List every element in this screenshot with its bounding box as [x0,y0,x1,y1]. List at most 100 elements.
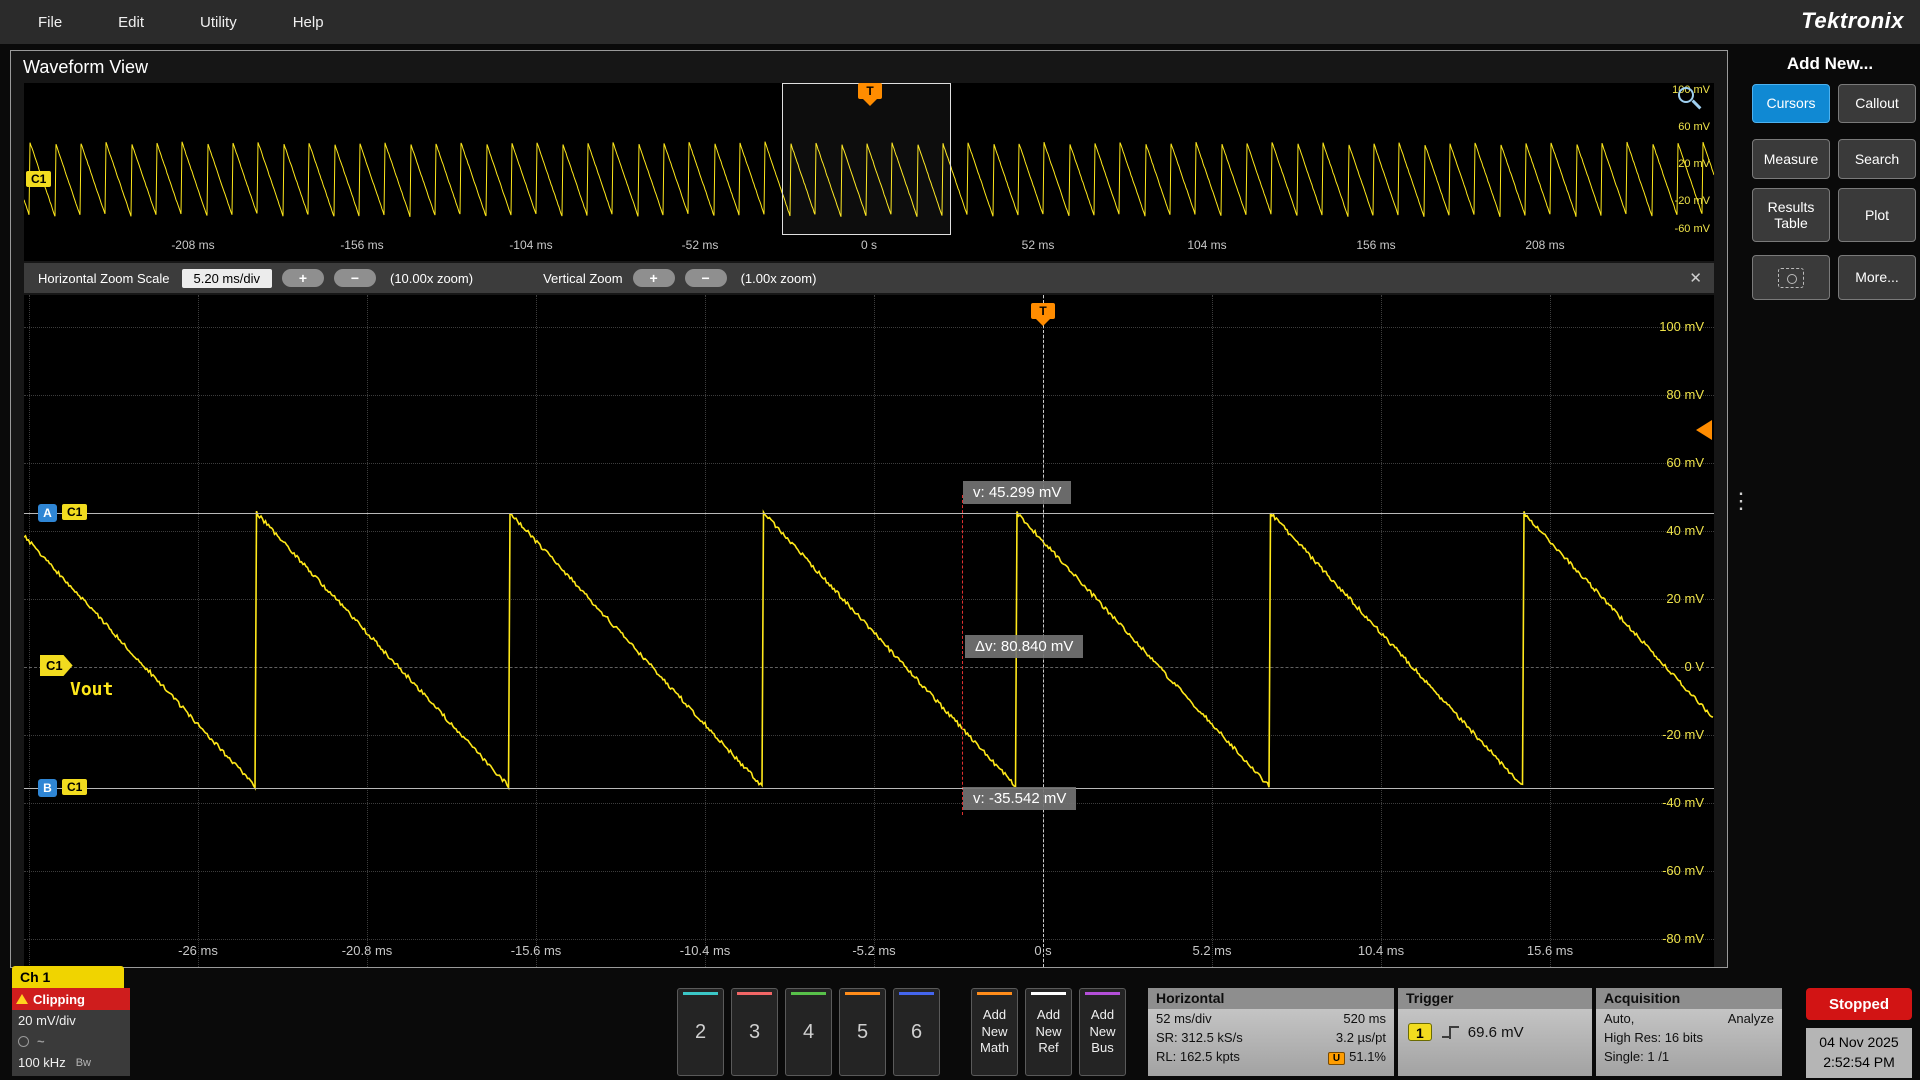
overview-time-label: -104 ms [491,238,571,252]
trigger-marker[interactable]: T [1031,303,1055,319]
acquisition-badge[interactable]: Acquisition Auto, Analyze High Res: 16 b… [1596,988,1782,1076]
horizontal-zoom-out-button[interactable]: − [334,269,376,287]
cursor-delta-readout: Δv: 80.840 mV [965,635,1083,658]
channel1-tab[interactable]: Ch 1 [12,966,124,988]
channel2-button[interactable]: 2 [677,988,724,1076]
cursor-b-badge[interactable]: B [38,779,57,797]
voltage-axis-label: -40 mV [1662,795,1704,810]
cursor-a-readout: v: 45.299 mV [963,481,1071,504]
cursor-a-line[interactable] [24,513,1714,514]
voltage-axis-label: -60 mV [1662,863,1704,878]
magnifier-box-icon [1778,268,1804,288]
voltage-axis-label: 60 mV [1666,455,1704,470]
probe-icon [18,1036,29,1047]
horizontal-window: 520 ms [1343,1011,1386,1026]
trigger-level-value: 69.6 mV [1468,1024,1524,1041]
waveform-view-title: Waveform View [23,57,148,78]
overview-voltage-label: -20 mV [1675,195,1710,207]
horizontal-scale: 52 ms/div [1156,1011,1212,1026]
add-search-button[interactable]: Search [1838,139,1916,179]
overview-channel-badge: C1 [26,171,51,187]
add-math-line1: Add [983,1007,1006,1024]
cursor-a-badge[interactable]: A [38,504,57,522]
add-callout-button[interactable]: Callout [1838,84,1916,123]
acquisition-analyze: Analyze [1728,1011,1774,1026]
add-new-ref-button[interactable]: Add New Ref [1025,988,1072,1076]
add-measure-button[interactable]: Measure [1752,139,1830,179]
add-math-line3: Math [980,1040,1009,1057]
channel1-bandwidth-row: 100 kHz Bw [12,1052,130,1073]
menu-utility[interactable]: Utility [200,14,237,31]
date-value: 04 Nov 2025 [1819,1033,1898,1053]
cursor-b-line[interactable] [24,788,1714,789]
cursor-vertical-line[interactable] [962,495,963,815]
time-axis-label: -10.4 ms [665,943,745,958]
channel1-scale: 20 mV/div [12,1010,130,1031]
close-zoom-icon[interactable]: ✕ [1689,269,1702,287]
channel1-waveform [24,295,1714,967]
tektronix-logo: Tektronix [1801,8,1904,34]
vertical-zoom-in-button[interactable]: + [633,269,675,287]
bandwidth-limit-icon: Bw [76,1057,91,1069]
menu-file[interactable]: File [38,14,62,31]
acquisition-mode: Auto, [1604,1011,1634,1026]
add-plot-button[interactable]: Plot [1838,188,1916,242]
channel3-button[interactable]: 3 [731,988,778,1076]
channel6-button[interactable]: 6 [893,988,940,1076]
overview-time-label: 52 ms [998,238,1078,252]
add-bus-line2: New [1089,1024,1115,1041]
channel5-button[interactable]: 5 [839,988,886,1076]
cursor-b-channel-badge: C1 [62,779,87,795]
add-cursors-button[interactable]: Cursors [1752,84,1830,123]
time-value: 2:52:54 PM [1823,1053,1895,1073]
add-ref-line2: New [1035,1024,1061,1041]
time-axis-label: -26 ms [158,943,238,958]
trigger-title: Trigger [1398,988,1592,1009]
add-results-table-button[interactable]: Results Table [1752,188,1830,242]
more-button[interactable]: More... [1838,255,1916,300]
menu-bar: File Edit Utility Help Tektronix [0,0,1920,44]
datetime-display: 04 Nov 2025 2:52:54 PM [1806,1028,1912,1078]
time-axis-label: 5.2 ms [1172,943,1252,958]
magnifier-icon[interactable] [1676,85,1704,113]
add-new-math-button[interactable]: Add New Math [971,988,1018,1076]
waveform-overview-strip[interactable]: T C1 -208 ms-156 ms-104 ms-52 ms0 s52 ms… [24,83,1714,261]
menu-edit[interactable]: Edit [118,14,144,31]
clipping-label: Clipping [33,992,85,1007]
channel1-info-panel[interactable]: Clipping 20 mV/div ~ 100 kHz Bw [12,988,130,1076]
cursor-b-readout: v: -35.542 mV [963,787,1076,810]
overview-time-label: -156 ms [322,238,402,252]
channel4-button[interactable]: 4 [785,988,832,1076]
horizontal-zoom-scale-value[interactable]: 5.20 ms/div [182,269,272,288]
add-new-bus-button[interactable]: Add New Bus [1079,988,1126,1076]
trigger-source-badge: 1 [1408,1023,1432,1041]
voltage-axis-label: 20 mV [1666,591,1704,606]
ac-coupling-icon: ~ [37,1034,45,1049]
bandwidth-value: 100 kHz [18,1055,66,1070]
vertical-zoom-label: Vertical Zoom [543,271,622,286]
trigger-badge[interactable]: Trigger 1 69.6 mV [1398,988,1592,1076]
horizontal-zoom-in-button[interactable]: + [282,269,324,287]
oscilloscope-app: File Edit Utility Help Tektronix Wavefor… [0,0,1920,1080]
visual-trigger-button[interactable] [1752,255,1830,300]
run-stop-button[interactable]: Stopped [1806,988,1912,1020]
menu-help[interactable]: Help [293,14,324,31]
main-waveform-plot[interactable]: T A C1 B C1 C1 Vout v: 45.299 mV Δv: 80.… [24,295,1714,967]
trigger-position-readout: U51.1% [1328,1049,1386,1065]
signal-label: Vout [70,679,113,700]
horizontal-badge[interactable]: Horizontal 52 ms/div 520 ms SR: 312.5 kS… [1148,988,1394,1076]
vertical-zoom-out-button[interactable]: − [685,269,727,287]
overview-time-axis: -208 ms-156 ms-104 ms-52 ms0 s52 ms104 m… [24,238,1714,258]
overview-trigger-marker[interactable]: T [858,83,882,99]
add-math-line2: New [981,1024,1007,1041]
sample-rate: SR: 312.5 kS/s [1156,1030,1243,1045]
acquisition-title: Acquisition [1596,988,1782,1009]
main-voltage-axis: 100 mV80 mV60 mV40 mV20 mV0 V-20 mV-40 m… [1634,295,1704,967]
magnifier-handle [1692,100,1702,110]
overview-time-label: 156 ms [1336,238,1416,252]
clipping-warning: Clipping [12,988,130,1010]
add-bus-line3: Bus [1091,1040,1113,1057]
add-ref-line3: Ref [1038,1040,1058,1057]
time-axis-label: -15.6 ms [496,943,576,958]
overview-voltage-label: 20 mV [1678,158,1710,170]
